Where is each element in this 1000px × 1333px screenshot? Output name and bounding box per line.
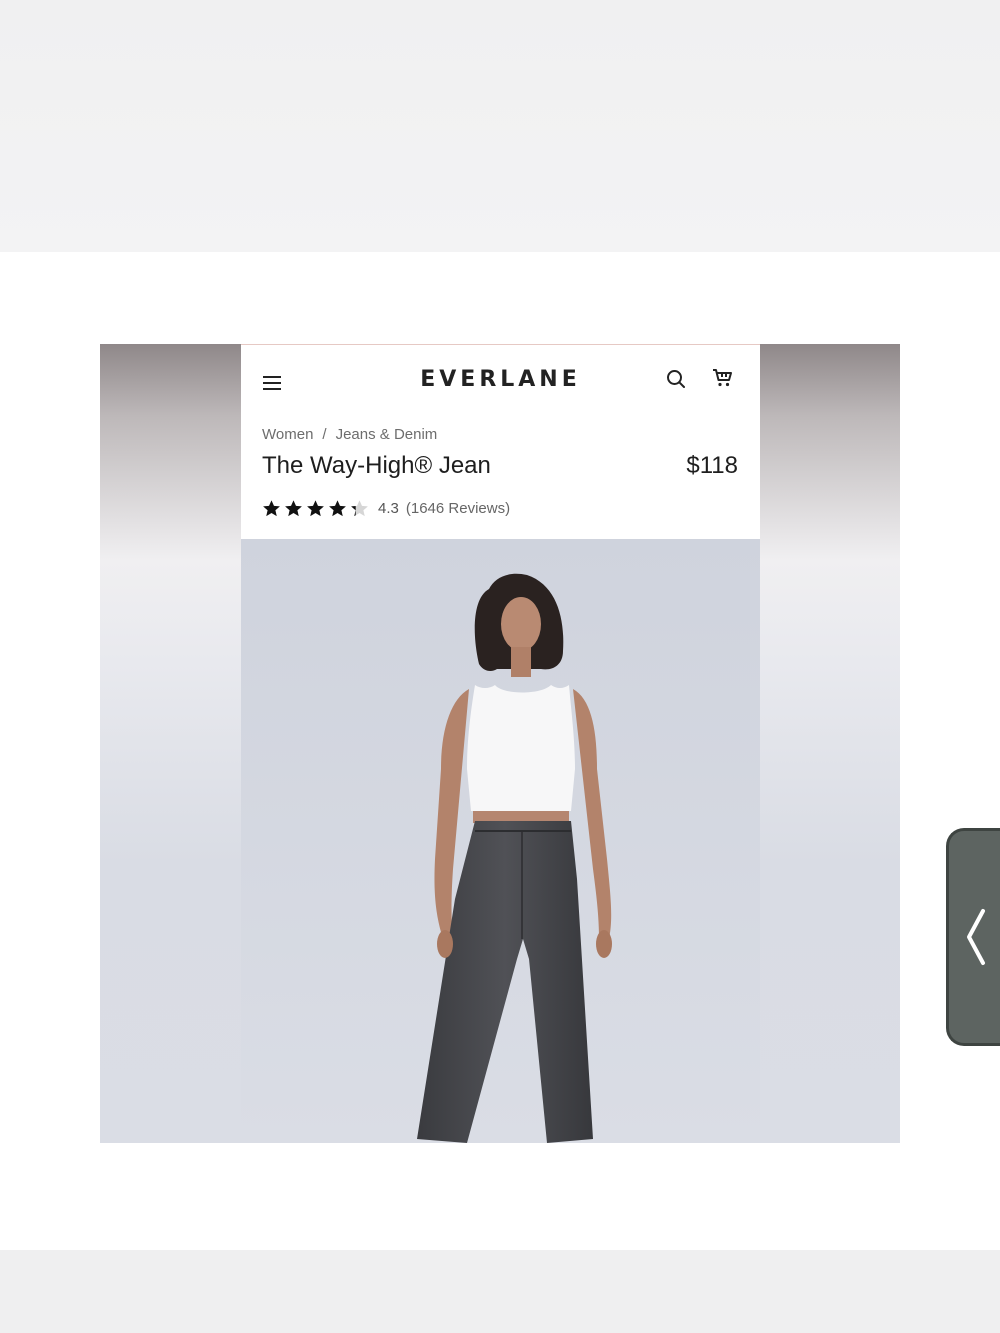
chevron-left-icon xyxy=(967,909,985,965)
breadcrumb-item-jeans-denim[interactable]: Jeans & Denim xyxy=(336,426,438,443)
cart-icon[interactable] xyxy=(711,366,735,390)
star-icon xyxy=(307,499,324,516)
bottom-band xyxy=(0,1250,1000,1333)
backdrop-right xyxy=(760,344,900,1143)
rating-value: 4.3 xyxy=(378,499,399,517)
product-price: $118 xyxy=(686,452,738,479)
top-band xyxy=(0,0,1000,252)
star-rating xyxy=(262,499,369,518)
backdrop-left xyxy=(100,344,241,1143)
star-icon xyxy=(263,499,280,516)
star-icon xyxy=(285,499,302,516)
product-title: The Way-High® Jean xyxy=(262,452,491,479)
star-icon xyxy=(351,499,368,516)
mobile-product-page: EVERLANE Women / Jeans & Denim The Way-Hig… xyxy=(241,344,760,1143)
reviews-link[interactable]: (1646 Reviews) xyxy=(406,500,510,517)
search-icon[interactable] xyxy=(665,368,687,390)
model-photo-illustration xyxy=(241,539,760,1143)
breadcrumb: Women / Jeans & Denim xyxy=(262,426,437,443)
star-icon xyxy=(329,499,346,516)
side-panel-tab[interactable] xyxy=(946,828,1000,1046)
rating-row[interactable]: 4.3 (1646 Reviews) xyxy=(262,497,510,519)
breadcrumb-item-women[interactable]: Women xyxy=(262,426,313,443)
breadcrumb-separator: / xyxy=(322,426,327,443)
product-photo xyxy=(241,539,760,1143)
product-header: EVERLANE Women / Jeans & Denim The Way-Hig… xyxy=(241,344,760,539)
product-screenshot: EVERLANE Women / Jeans & Denim The Way-Hig… xyxy=(100,344,900,1143)
